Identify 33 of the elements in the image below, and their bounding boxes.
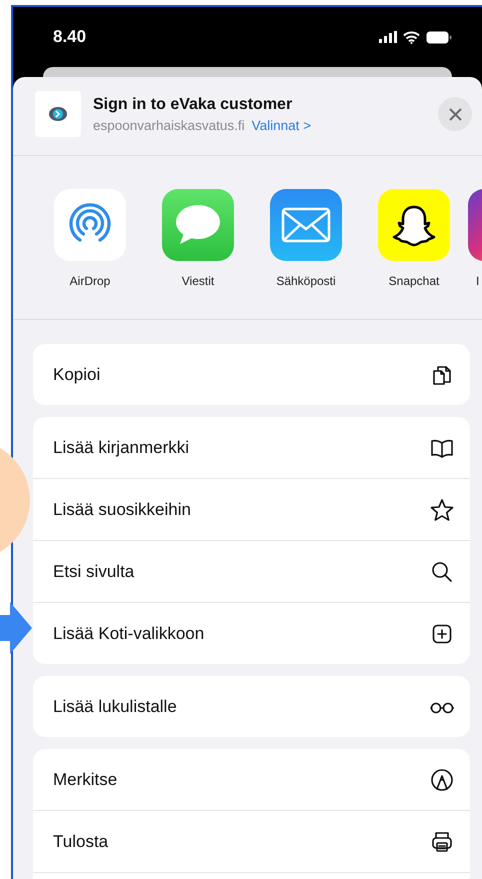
wifi-icon (403, 30, 420, 44)
search-icon (430, 560, 454, 584)
app-label: Snapchat (388, 274, 440, 288)
status-time: 8.40 (53, 27, 86, 47)
action-row[interactable]: Lisää suosikkeihin (33, 478, 470, 540)
action-row[interactable]: Kopioi (33, 344, 470, 405)
speech-bubble-icon[interactable] (162, 189, 234, 261)
app-label: I (476, 274, 480, 288)
site-icon (35, 91, 81, 137)
action-row[interactable]: Lisää Koti-valikkoon (33, 602, 470, 664)
pen-tip-circle-icon (430, 768, 454, 792)
action-row[interactable]: Merkitse (33, 749, 470, 810)
close-button[interactable] (438, 97, 472, 131)
close-icon (448, 108, 462, 120)
action-row[interactable]: Etsi sivulta (33, 540, 470, 602)
star-icon (430, 498, 454, 522)
action-row[interactable]: Lisää lukulistalle (33, 676, 470, 737)
app-label: Viestit (182, 274, 214, 288)
app-label: Sähköposti (276, 274, 336, 288)
options-link[interactable]: Valinnat > (252, 118, 312, 132)
printer-icon (430, 830, 454, 854)
pointer-arrow (0, 602, 32, 654)
battery-icon (426, 30, 452, 44)
add-square-icon (430, 622, 454, 646)
signal-icon (379, 31, 397, 43)
airdrop-icon[interactable] (54, 189, 126, 261)
ghost-icon[interactable] (378, 189, 450, 261)
app-label: AirDrop (70, 274, 110, 288)
action-row[interactable]: Tulosta (33, 810, 470, 872)
envelope-icon[interactable] (270, 189, 342, 261)
action-row[interactable]: Lisää kirjanmerkki (33, 417, 470, 478)
site-domain: espoonvarhaiskasvatus.fi (93, 118, 245, 132)
page-title: Sign in to eVaka customer (93, 96, 294, 114)
